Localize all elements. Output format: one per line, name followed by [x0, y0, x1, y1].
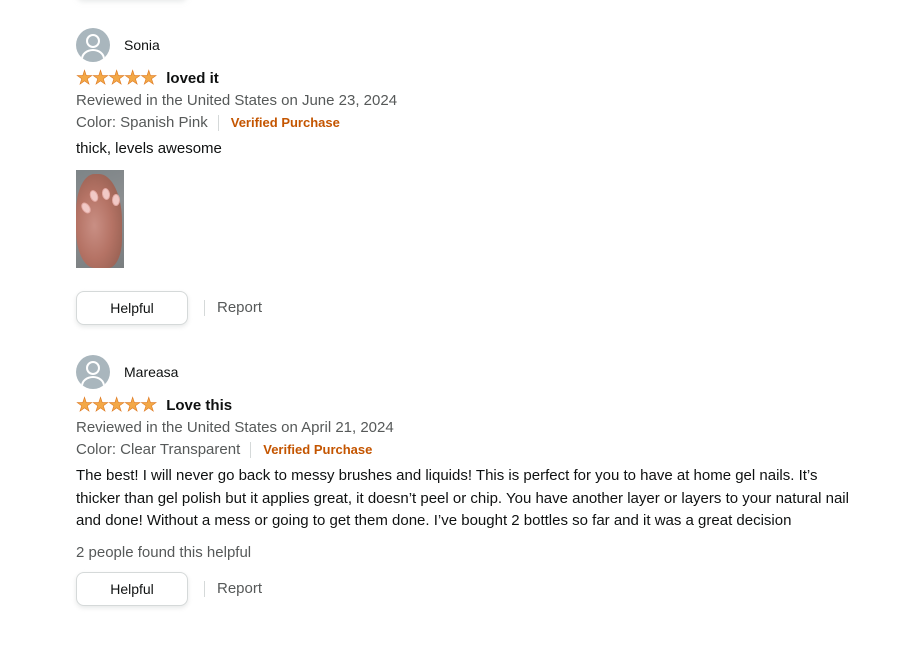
divider [204, 580, 205, 597]
review-item: Sonia ★ ★ ★ ★ ★ loved it Reviewed in the… [76, 28, 856, 325]
star-icon: ★ [124, 67, 142, 89]
star-icon: ★ [92, 67, 110, 89]
star-rating[interactable]: ★ ★ ★ ★ ★ [76, 394, 158, 416]
reviewer-profile[interactable]: Sonia [76, 28, 856, 62]
variant-link[interactable]: Color: Spanish Pink [76, 112, 208, 134]
review-image-thumbnail[interactable] [76, 169, 124, 268]
star-icon: ★ [108, 394, 126, 416]
review-item: Mareasa ★ ★ ★ ★ ★ Love this Reviewed in … [76, 355, 856, 606]
report-link[interactable]: Report [217, 580, 262, 597]
helpful-count: 2 people found this helpful [76, 543, 252, 561]
star-icon: ★ [140, 67, 158, 89]
star-icon: ★ [140, 394, 158, 416]
review-title[interactable]: Love this [166, 397, 232, 414]
review-date: Reviewed in the United States on June 23… [76, 92, 398, 109]
star-icon: ★ [92, 394, 110, 416]
divider [250, 442, 252, 458]
helpful-button[interactable]: Helpful [76, 290, 188, 325]
review-title[interactable]: loved it [166, 70, 219, 87]
user-avatar-icon [76, 28, 110, 62]
user-avatar-icon [76, 355, 110, 389]
star-icon: ★ [76, 394, 94, 416]
star-icon: ★ [108, 67, 126, 89]
reviews-page: Sonia ★ ★ ★ ★ ★ loved it Reviewed in the… [0, 0, 909, 651]
reviewer-profile[interactable]: Mareasa [76, 355, 856, 389]
star-icon: ★ [76, 67, 94, 89]
verified-purchase-badge[interactable]: Verified Purchase [263, 439, 372, 461]
report-link[interactable]: Report [217, 299, 262, 316]
review-date: Reviewed in the United States on April 2… [76, 419, 394, 436]
divider [217, 115, 219, 131]
review-body: thick, levels awesome [76, 140, 222, 157]
star-rating[interactable]: ★ ★ ★ ★ ★ [76, 67, 158, 89]
star-icon: ★ [124, 394, 142, 416]
reviewer-name[interactable]: Sonia [124, 37, 160, 53]
divider [204, 299, 205, 316]
review-body: The best! I will never go back to messy … [76, 467, 849, 529]
variant-link[interactable]: Color: Clear Transparent [76, 439, 240, 461]
reviewer-name[interactable]: Mareasa [124, 364, 178, 380]
verified-purchase-badge[interactable]: Verified Purchase [231, 112, 340, 134]
helpful-button[interactable]: Helpful [76, 571, 188, 606]
